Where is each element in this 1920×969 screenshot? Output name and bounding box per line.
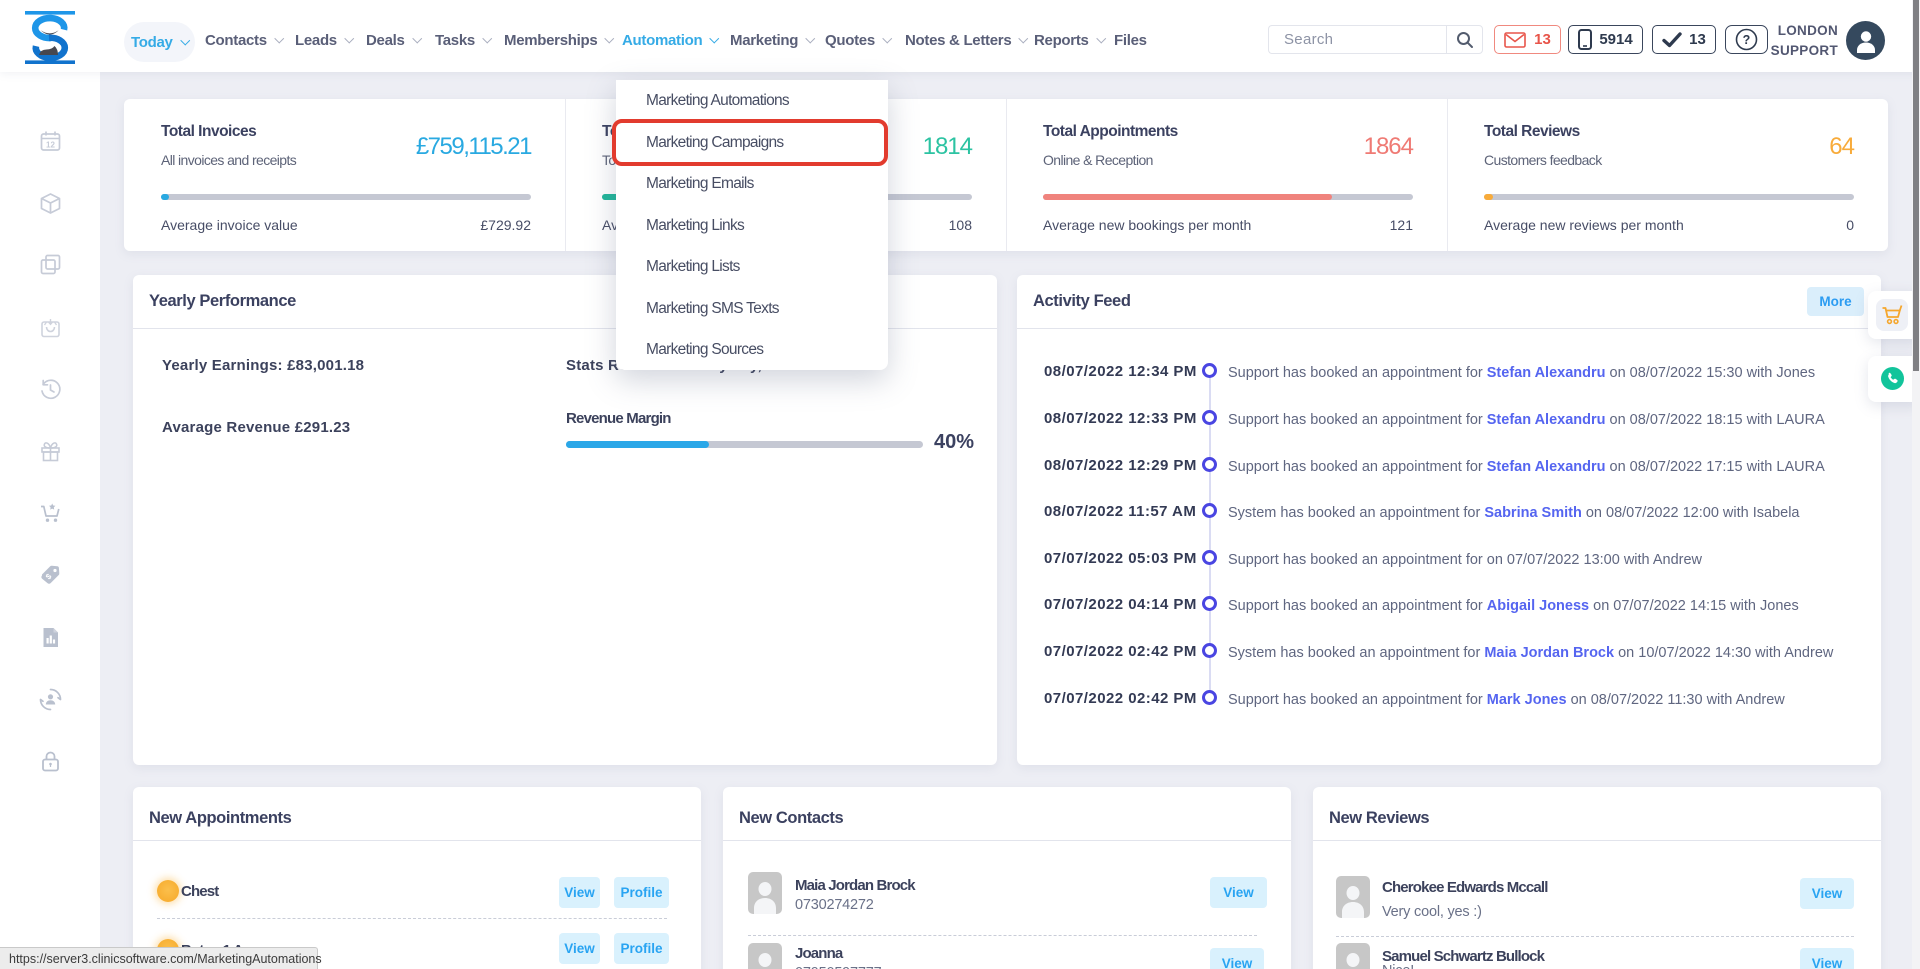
svg-text:?: ? — [1743, 33, 1751, 47]
svg-text:12: 12 — [46, 141, 55, 150]
